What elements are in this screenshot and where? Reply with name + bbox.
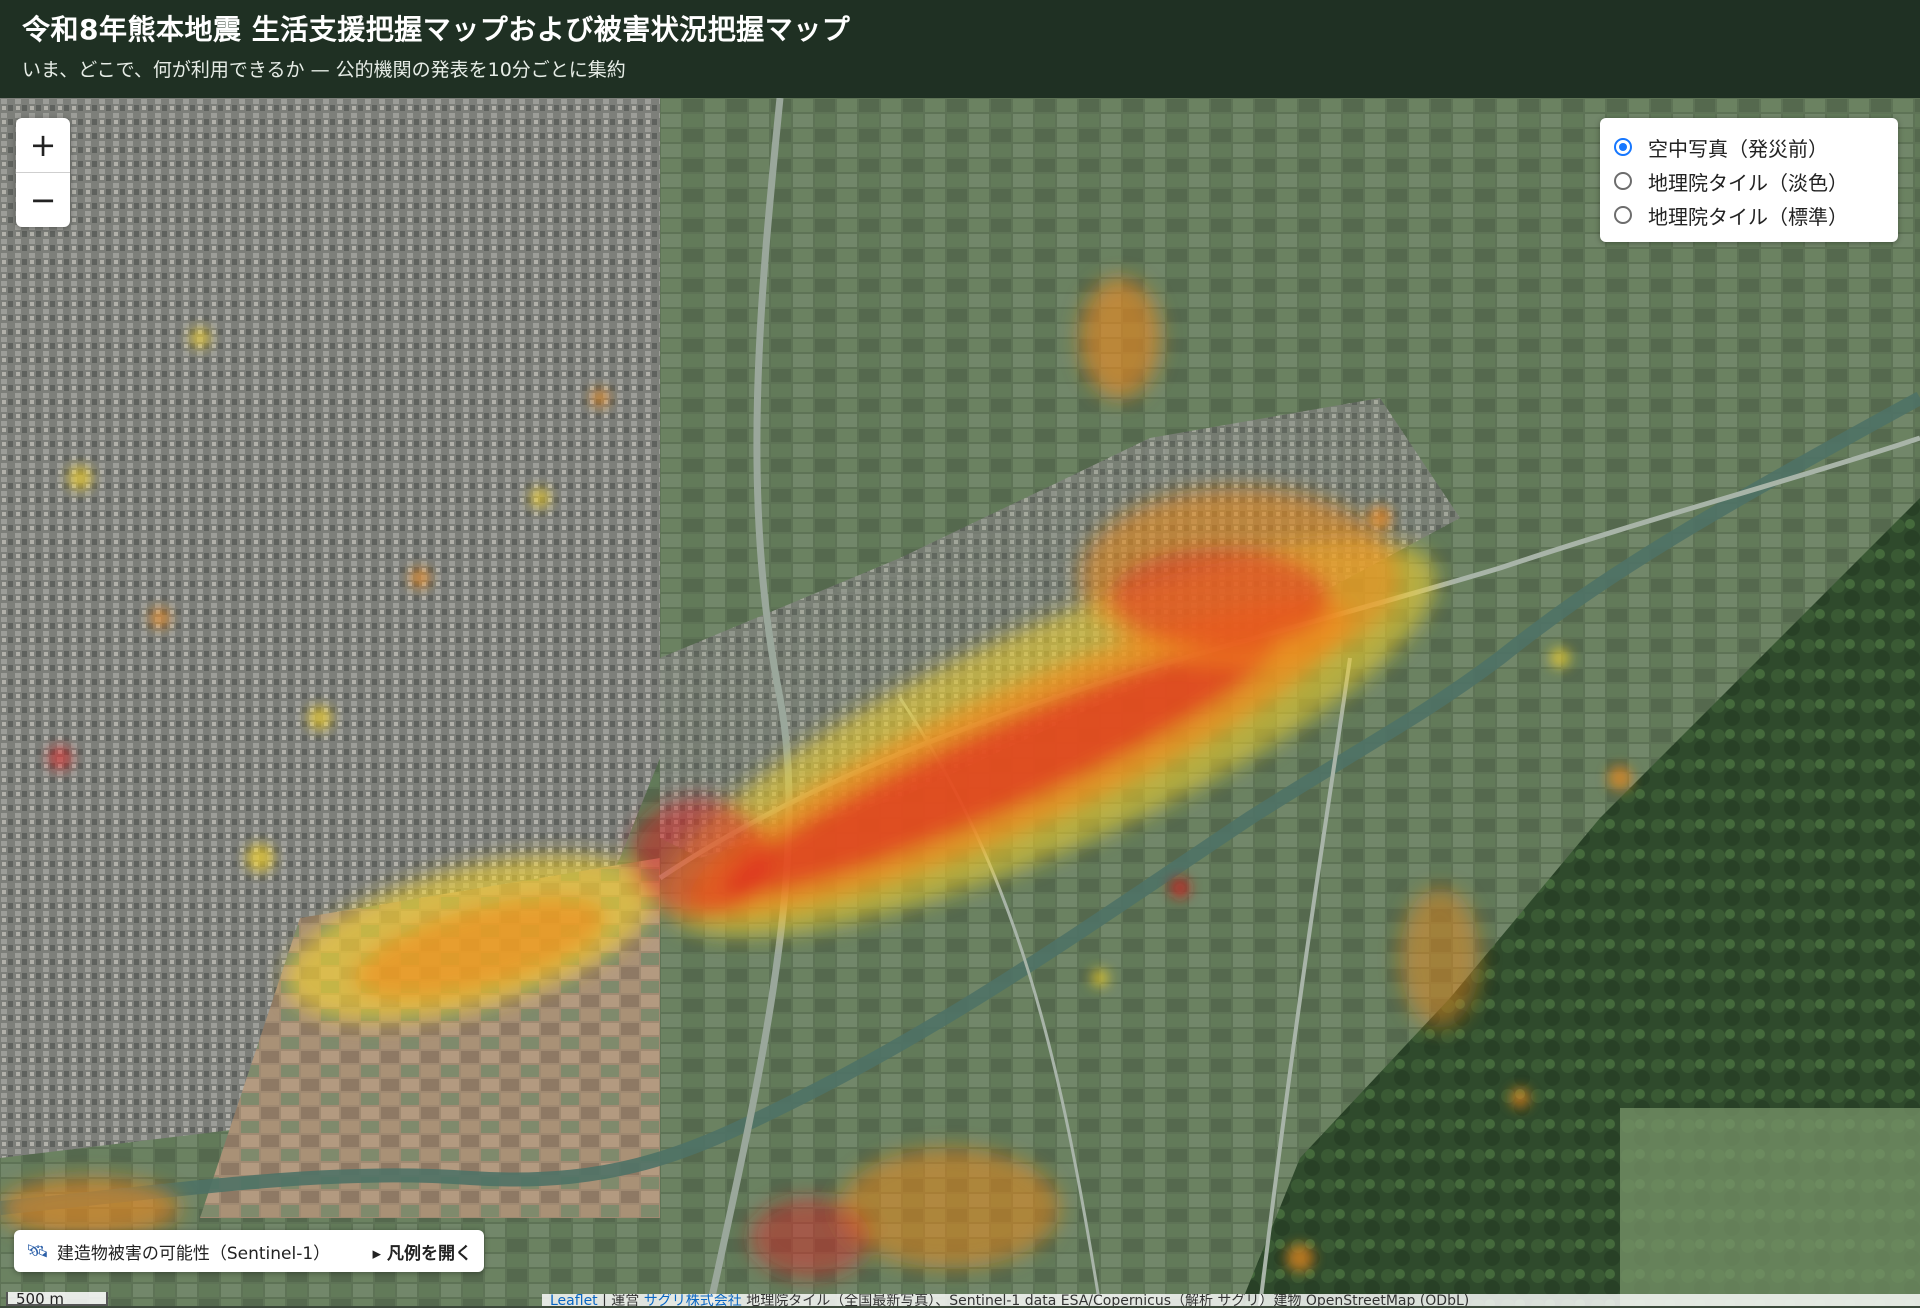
legend-open-button[interactable]: ▸ 凡例を開く [373,1239,472,1264]
map-canvas[interactable] [0,98,1920,1306]
basemap-option-label: 空中写真（発災前） [1648,136,1828,161]
page-title: 令和8年熊本地震 生活支援把握マップおよび被害状況把握マップ [22,13,851,46]
zoom-in-button[interactable]: + [16,118,70,172]
legend-label: 建造物被害の可能性（Sentinel-1） [56,1243,331,1264]
zoom-control: + − [16,118,70,227]
basemap-option-standard[interactable]: 地理院タイル（標準） [1614,198,1884,232]
radio-selected-icon[interactable] [1614,138,1632,156]
basemap-switcher: 空中写真（発災前） 地理院タイル（淡色） 地理院タイル（標準） [1600,118,1898,242]
page-subtitle: いま、どこで、何が利用できるか — 公的機関の発表を10分ごとに集約 [22,59,626,81]
aerial-imagery [0,98,1920,1306]
radio-icon[interactable] [1614,172,1632,190]
operator-link[interactable]: サグリ株式会社 [644,1294,742,1306]
attribution-sources: 地理院タイル（全国最新写真）、Sentinel-1 data ESA/Coper… [741,1294,1470,1306]
basemap-option-aerial[interactable]: 空中写真（発災前） [1614,130,1884,164]
legend-toggle[interactable]: 🛰 建造物被害の可能性（Sentinel-1） ▸ 凡例を開く [14,1230,484,1272]
leaflet-link[interactable]: Leaflet [550,1294,598,1306]
map-attribution: Leaflet | 運営 サグリ株式会社 地理院タイル（全国最新写真）、Sent… [542,1294,1920,1306]
satellite-icon: 🛰 [26,1240,49,1262]
zoom-out-button[interactable]: − [16,172,70,227]
radio-icon[interactable] [1614,206,1632,224]
app-header: 令和8年熊本地震 生活支援把握マップおよび被害状況把握マップ いま、どこで、何が… [0,0,1920,98]
basemap-option-label: 地理院タイル（淡色） [1648,170,1848,195]
scale-bar: 500 m [6,1292,108,1307]
basemap-option-pale[interactable]: 地理院タイル（淡色） [1614,164,1884,198]
basemap-option-label: 地理院タイル（標準） [1648,204,1848,229]
attribution-operator-prefix: | 運営 [597,1294,644,1306]
